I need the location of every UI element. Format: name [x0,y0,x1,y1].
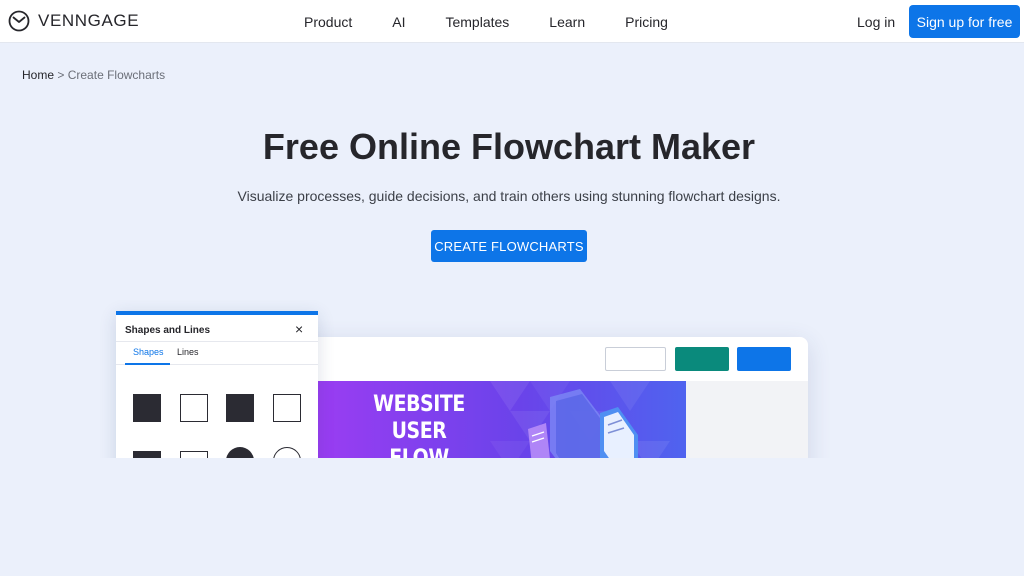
breadcrumb: Home > Create Flowcharts [22,68,165,82]
square-outline-shape[interactable] [180,394,208,422]
canvas-margin [686,381,808,458]
editor-toolbar-button-blue[interactable] [737,347,791,371]
square-filled-shape[interactable] [133,394,161,422]
panel-title: Shapes and Lines [125,325,211,336]
active-tab-indicator [125,363,170,365]
banner-title: WEBSITE USER FLOW DIAGRAM [355,391,484,458]
rectangle-outline-shape[interactable] [180,451,208,458]
editor-toolbar-button-teal[interactable] [675,347,729,371]
editor-toolbar-button-white[interactable] [605,347,666,371]
top-navbar: VENNGAGE Product AI Templates Learn Pric… [0,0,1024,43]
nav-learn[interactable]: Learn [549,14,585,30]
nav-product[interactable]: Product [304,14,352,30]
nav-pricing[interactable]: Pricing [625,14,668,30]
flow-diagram-banner: WEBSITE USER FLOW DIAGRAM [318,381,686,458]
banner-title-line2: FLOW DIAGRAM [355,445,484,458]
circle-filled-shape[interactable] [226,447,254,458]
editor-window: WEBSITE USER FLOW DIAGRAM [292,337,808,458]
tab-lines[interactable]: Lines [177,347,199,357]
circle-outline-shape[interactable] [273,447,301,458]
panel-tabs: Shapes Lines [116,341,318,365]
page-subtitle: Visualize processes, guide decisions, an… [237,188,781,204]
page-title: Free Online Flowchart Maker [262,126,756,167]
rounded-square-filled-shape[interactable] [226,394,254,422]
logo-text: VENNGAGE [38,11,140,30]
nav-templates[interactable]: Templates [445,14,509,30]
nav-links: Product AI Templates Learn Pricing [304,0,668,43]
breadcrumb-current: Create Flowcharts [67,68,166,82]
signup-button[interactable]: Sign up for free [909,5,1020,38]
tab-shapes[interactable]: Shapes [133,347,164,357]
breadcrumb-home[interactable]: Home [22,68,54,82]
venngage-logo[interactable]: VENNGAGE [8,10,139,32]
shapes-and-lines-panel: Shapes and Lines × Shapes Lines [116,311,318,458]
editor-preview: WEBSITE USER FLOW DIAGRAM Shapes and Lin… [0,300,1024,458]
breadcrumb-separator: > [57,68,65,82]
rounded-square-outline-shape[interactable] [273,394,301,422]
create-flowcharts-button[interactable]: CREATE FLOWCHARTS [431,230,587,262]
rectangle-filled-shape[interactable] [133,451,161,458]
banner-title-line1: WEBSITE USER [373,392,465,444]
close-icon[interactable]: × [295,321,303,337]
logo-icon [8,10,30,32]
editor-canvas: WEBSITE USER FLOW DIAGRAM [292,381,808,458]
nav-ai[interactable]: AI [392,14,405,30]
login-link[interactable]: Log in [857,14,895,30]
